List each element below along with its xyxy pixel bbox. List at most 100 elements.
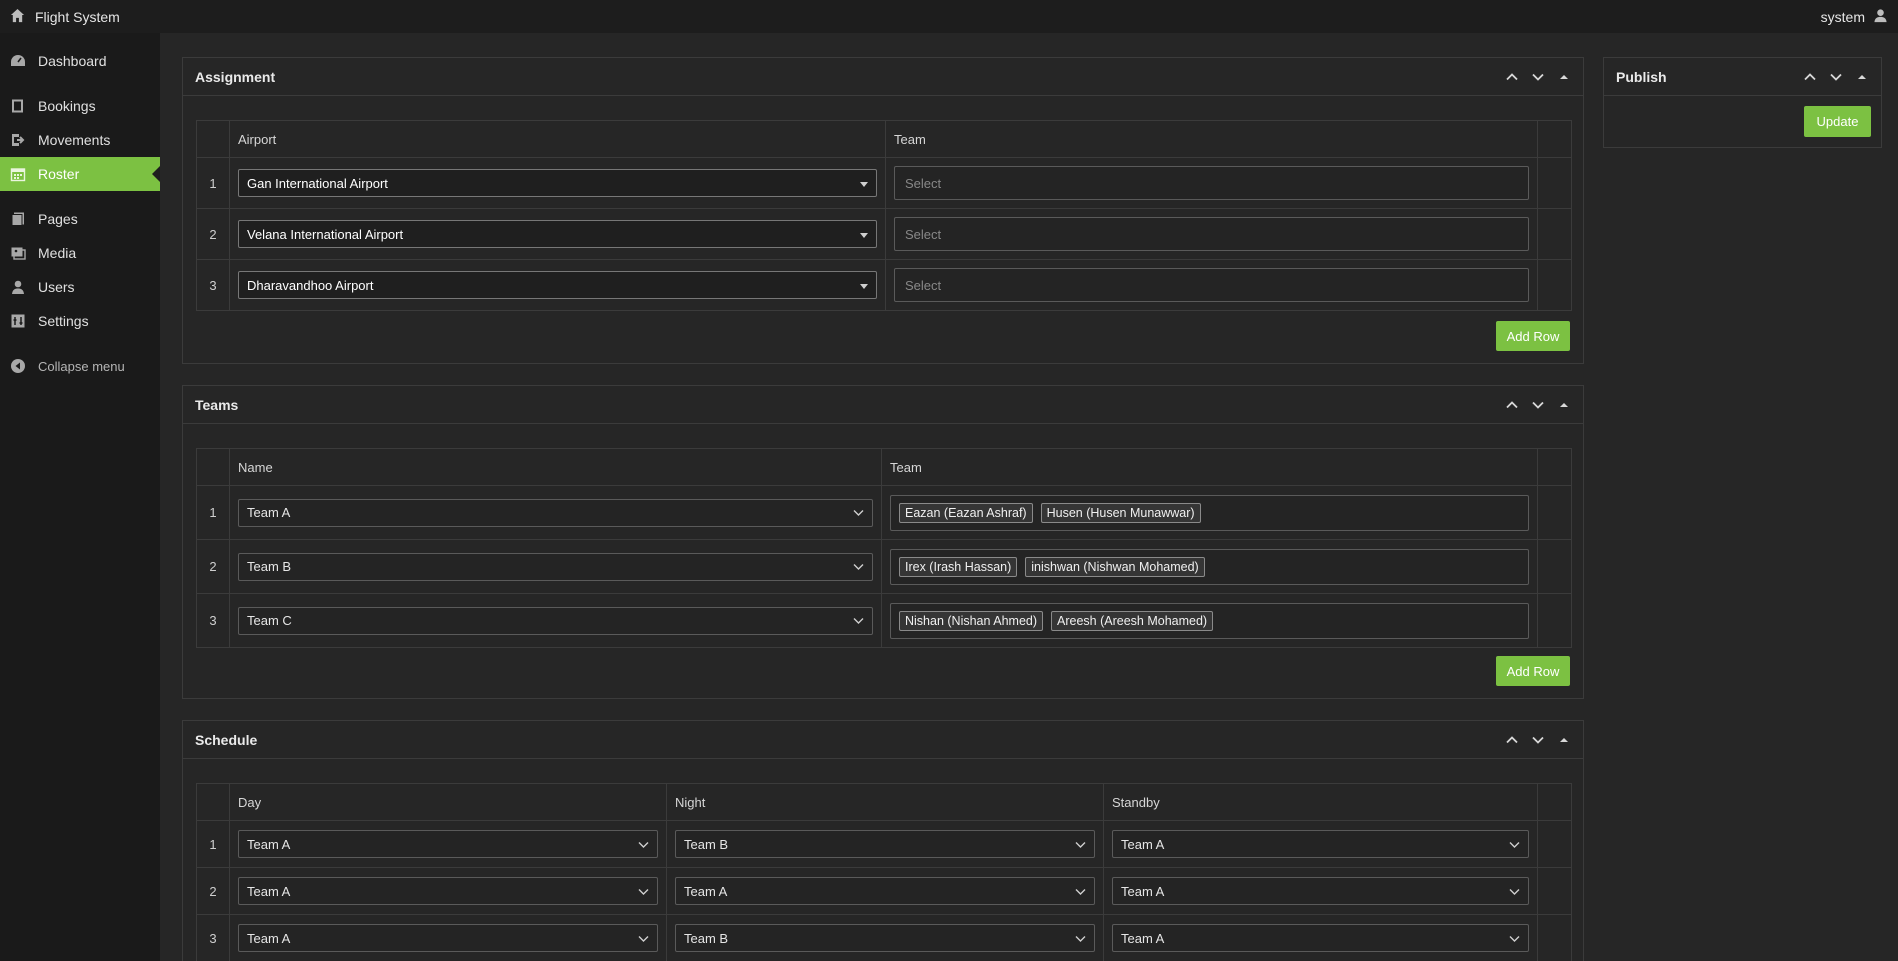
toggle-icon[interactable] [1557, 733, 1571, 747]
settings-icon [10, 313, 26, 329]
row-number: 3 [196, 914, 230, 961]
team-name-select[interactable]: Team B [238, 552, 873, 581]
chevron-up-icon[interactable] [1505, 70, 1519, 84]
table-row: 1 Team A Eazan (Eazan Ashraf) Husen (Hus… [196, 485, 1572, 540]
add-row-button[interactable]: Add Row [1496, 656, 1570, 686]
standby-team-select[interactable]: Team A [1112, 877, 1529, 905]
table-row: 2 Team B Irex (Irash Hassan) inishwan (N… [196, 539, 1572, 594]
schedule-table: Day Night Standby 1 Team A Team B Team A… [196, 783, 1572, 961]
app-title: Flight System [35, 8, 120, 25]
select-value: Team B [684, 930, 729, 946]
collapse-menu-button[interactable]: Collapse menu [0, 349, 160, 383]
row-number: 1 [196, 157, 230, 209]
sidebar-item-label: Roster [38, 166, 80, 182]
update-button[interactable]: Update [1804, 106, 1871, 137]
table-row: 1 Team A Team B Team A [196, 820, 1572, 868]
toggle-icon[interactable] [1557, 70, 1571, 84]
member-tag[interactable]: Husen (Husen Munawwar) [1040, 502, 1201, 523]
team-members-field[interactable]: Irex (Irash Hassan) inishwan (Nishwan Mo… [890, 548, 1529, 585]
panel-title: Publish [1616, 68, 1667, 85]
sidebar-item-label: Pages [38, 211, 78, 227]
actions-header [1537, 120, 1572, 158]
airport-select[interactable]: Gan International Airport [238, 169, 877, 197]
chevron-up-icon[interactable] [1505, 733, 1519, 747]
day-team-select[interactable]: Team A [238, 877, 658, 905]
airport-select[interactable]: Velana International Airport [238, 220, 877, 248]
sidebar-item-bookings[interactable]: Bookings [0, 89, 160, 123]
row-number: 2 [196, 867, 230, 915]
team-select-input[interactable]: Select [894, 166, 1529, 200]
chevron-down-icon [1509, 931, 1520, 946]
sidebar-item-label: Users [38, 279, 75, 295]
team-name-select[interactable]: Team A [238, 498, 873, 527]
row-number: 3 [196, 593, 230, 648]
chevron-down-icon [1075, 837, 1086, 852]
chevron-down-icon [1509, 837, 1520, 852]
team-members-field[interactable]: Eazan (Eazan Ashraf) Husen (Husen Munaww… [890, 494, 1529, 531]
chevron-down-icon[interactable] [1531, 733, 1545, 747]
dropdown-arrow-icon [860, 227, 868, 242]
airport-select[interactable]: Dharavandhoo Airport [238, 271, 877, 299]
sidebar-item-dashboard[interactable]: Dashboard [0, 44, 160, 78]
team-name-value: Team B [247, 559, 292, 574]
night-team-select[interactable]: Team B [675, 830, 1095, 858]
team-members-field[interactable]: Nishan (Nishan Ahmed) Areesh (Areesh Moh… [890, 602, 1529, 639]
team-placeholder: Select [905, 175, 942, 191]
row-number: 1 [196, 485, 230, 540]
sidebar-item-settings[interactable]: Settings [0, 304, 160, 338]
table-row: 2 Team A Team A Team A [196, 867, 1572, 915]
sidebar-item-media[interactable]: Media [0, 236, 160, 270]
user-menu[interactable]: system [1821, 8, 1888, 26]
sidebar-item-roster[interactable]: Roster [0, 157, 160, 191]
team-name-value: Team A [247, 505, 291, 520]
table-row: 3 Dharavandhoo Airport Select [196, 259, 1572, 311]
airport-value: Gan International Airport [247, 175, 388, 191]
chevron-down-icon[interactable] [1829, 70, 1843, 84]
toggle-icon[interactable] [1557, 398, 1571, 412]
sidebar-item-users[interactable]: Users [0, 270, 160, 304]
column-header-night: Night [666, 783, 1104, 821]
schedule-panel: Schedule Day Night Standby 1 Team A Team… [182, 720, 1584, 961]
main-content: Assignment Airport Team 1 Gan Internatio… [160, 33, 1898, 961]
standby-team-select[interactable]: Team A [1112, 830, 1529, 858]
day-team-select[interactable]: Team A [238, 830, 658, 858]
team-placeholder: Select [905, 226, 942, 242]
night-team-select[interactable]: Team A [675, 877, 1095, 905]
member-tag[interactable]: Nishan (Nishan Ahmed) [899, 610, 1044, 631]
day-team-select[interactable]: Team A [238, 924, 658, 952]
site-brand[interactable]: Flight System [10, 8, 120, 26]
chevron-down-icon[interactable] [1531, 398, 1545, 412]
column-header-day: Day [229, 783, 667, 821]
assignment-panel: Assignment Airport Team 1 Gan Internatio… [182, 57, 1584, 364]
standby-team-select[interactable]: Team A [1112, 924, 1529, 952]
row-actions [1537, 259, 1572, 311]
team-name-select[interactable]: Team C [238, 606, 873, 635]
add-row-button[interactable]: Add Row [1496, 321, 1570, 351]
chevron-down-icon[interactable] [1531, 70, 1545, 84]
row-number: 1 [196, 820, 230, 868]
row-actions [1537, 539, 1572, 594]
team-select-input[interactable]: Select [894, 268, 1529, 302]
chevron-down-icon [1075, 931, 1086, 946]
member-tag[interactable]: Eazan (Eazan Ashraf) [899, 502, 1033, 523]
column-header-standby: Standby [1103, 783, 1538, 821]
toggle-icon[interactable] [1855, 70, 1869, 84]
chevron-down-icon [853, 613, 864, 628]
chevron-down-icon [853, 505, 864, 520]
chevron-up-icon[interactable] [1505, 398, 1519, 412]
night-team-select[interactable]: Team B [675, 924, 1095, 952]
sidebar-item-movements[interactable]: Movements [0, 123, 160, 157]
table-row: 3 Team C Nishan (Nishan Ahmed) Areesh (A… [196, 593, 1572, 648]
team-select-input[interactable]: Select [894, 217, 1529, 251]
select-value: Team A [1121, 883, 1165, 899]
member-tag[interactable]: Areesh (Areesh Mohamed) [1051, 610, 1214, 631]
member-tag[interactable]: inishwan (Nishwan Mohamed) [1025, 556, 1205, 577]
select-value: Team A [247, 883, 291, 899]
sidebar-item-pages[interactable]: Pages [0, 202, 160, 236]
chevron-up-icon[interactable] [1803, 70, 1817, 84]
user-icon [1873, 8, 1888, 26]
member-tag[interactable]: Irex (Irash Hassan) [899, 556, 1018, 577]
column-header-team: Team [881, 448, 1538, 486]
dropdown-arrow-icon [860, 176, 868, 191]
select-value: Team A [1121, 836, 1165, 852]
